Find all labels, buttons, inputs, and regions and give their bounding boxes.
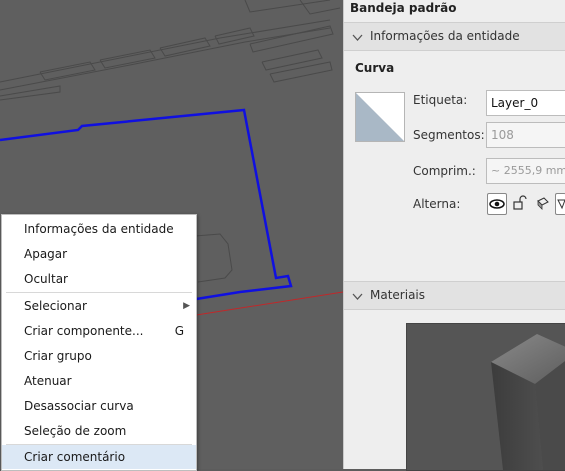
entity-type-label: Curva xyxy=(355,61,395,75)
menu-separator xyxy=(6,292,192,293)
tag-dropdown[interactable]: Layer_0 xyxy=(486,90,565,116)
length-label: Comprim.: xyxy=(413,164,476,178)
menu-item-hide[interactable]: Ocultar xyxy=(2,267,196,291)
entity-info-panel-header[interactable]: Informações da entidade xyxy=(344,22,565,51)
segments-field[interactable]: 108 xyxy=(486,122,565,148)
cast-shadows-icon[interactable] xyxy=(555,193,565,215)
menu-item-select[interactable]: Selecionar ▶ xyxy=(2,294,196,318)
segments-label: Segmentos: xyxy=(413,128,485,142)
menu-item-label: Criar comentário xyxy=(24,450,126,464)
menu-item-label: Selecionar xyxy=(24,299,87,313)
menu-item-label: Ocultar xyxy=(24,272,68,286)
menu-item-make-group[interactable]: Criar grupo xyxy=(2,344,196,368)
entity-material-swatch[interactable] xyxy=(355,92,405,142)
visible-toggle-eye-icon[interactable] xyxy=(487,193,507,215)
menu-item-entity-info[interactable]: Informações da entidade xyxy=(2,217,196,241)
menu-item-label: Informações da entidade xyxy=(24,222,174,236)
toggles-label: Alterna: xyxy=(413,197,461,211)
menu-item-label: Apagar xyxy=(24,247,68,261)
menu-item-label: Atenuar xyxy=(24,374,72,388)
submenu-arrow-icon: ▶ xyxy=(183,301,190,311)
menu-item-add-comment[interactable]: Criar comentário xyxy=(2,445,196,469)
materials-panel-header[interactable]: Materiais xyxy=(344,281,565,310)
menu-item-shortcut: G xyxy=(174,324,184,338)
length-field[interactable]: ~ 2555,9 mm xyxy=(486,158,565,184)
menu-item-label: Criar componente... xyxy=(24,324,144,338)
context-menu: Informações da entidade Apagar Ocultar S… xyxy=(1,214,197,471)
menu-item-soften[interactable]: Atenuar xyxy=(2,369,196,393)
tag-label: Etiqueta: xyxy=(413,93,468,107)
menu-item-make-component[interactable]: Criar componente... G xyxy=(2,319,196,343)
default-tray: Bandeja padrão Informações da entidade C… xyxy=(343,0,565,471)
panel-title: Informações da entidade xyxy=(370,29,520,43)
menu-item-zoom-selection[interactable]: Seleção de zoom xyxy=(2,419,196,443)
menu-item-explode-curve[interactable]: Desassociar curva xyxy=(2,394,196,418)
chevron-down-icon[interactable] xyxy=(352,282,363,309)
menu-item-delete[interactable]: Apagar xyxy=(2,242,196,266)
menu-item-label: Criar grupo xyxy=(24,349,92,363)
receive-shadows-icon[interactable] xyxy=(534,193,554,215)
menu-item-label: Desassociar curva xyxy=(24,399,134,413)
tray-title: Bandeja padrão xyxy=(350,1,457,15)
chevron-down-icon[interactable] xyxy=(352,23,363,50)
lock-toggle-icon[interactable] xyxy=(511,193,531,215)
panel-title: Materiais xyxy=(370,288,426,302)
menu-item-label: Seleção de zoom xyxy=(24,424,127,438)
material-preview-cube xyxy=(406,323,565,471)
